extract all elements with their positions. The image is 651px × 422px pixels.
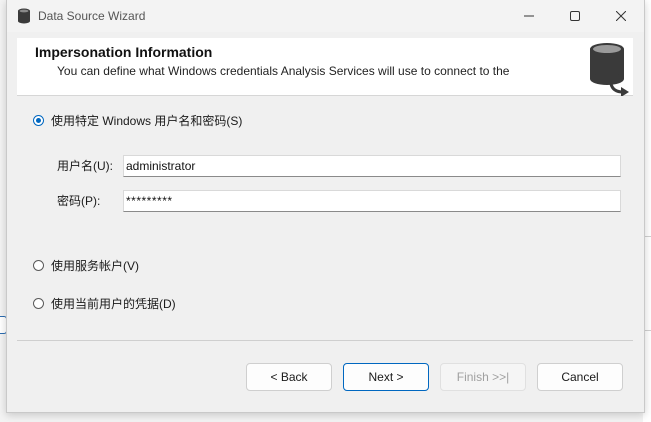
minimize-icon bbox=[524, 15, 534, 17]
next-button[interactable]: Next > bbox=[343, 363, 429, 391]
maximize-icon bbox=[570, 11, 580, 21]
radio-selected-dot bbox=[36, 118, 41, 123]
close-button[interactable] bbox=[598, 0, 644, 32]
data-source-wizard-dialog: Data Source Wizard Impersonation Informa… bbox=[6, 0, 645, 413]
page-title: Impersonation Information bbox=[35, 44, 213, 60]
back-button[interactable]: < Back bbox=[246, 363, 332, 391]
page-description: You can define what Windows credentials … bbox=[57, 64, 510, 78]
title-bar[interactable]: Data Source Wizard bbox=[7, 0, 644, 32]
option-specific-account-label: 使用特定 Windows 用户名和密码(S) bbox=[51, 114, 243, 128]
username-label: 用户名(U): bbox=[57, 159, 113, 173]
radio-specific-account[interactable] bbox=[33, 115, 44, 126]
minimize-button[interactable] bbox=[506, 0, 552, 32]
option-service-account[interactable]: 使用服务帐户(V) bbox=[33, 257, 139, 274]
finish-button[interactable]: Finish >>| bbox=[440, 363, 526, 391]
database-icon bbox=[18, 8, 30, 24]
footer-separator bbox=[17, 340, 633, 341]
option-current-user[interactable]: 使用当前用户的凭据(D) bbox=[33, 295, 176, 312]
radio-current-user[interactable] bbox=[33, 298, 44, 309]
password-label: 密码(P): bbox=[57, 194, 101, 208]
username-input[interactable] bbox=[123, 155, 621, 177]
database-connect-icon bbox=[590, 43, 629, 96]
maximize-button[interactable] bbox=[552, 0, 598, 32]
password-input[interactable] bbox=[123, 190, 621, 212]
cancel-button[interactable]: Cancel bbox=[537, 363, 623, 391]
option-service-account-label: 使用服务帐户(V) bbox=[51, 259, 139, 273]
radio-service-account[interactable] bbox=[33, 260, 44, 271]
option-specific-account[interactable]: 使用特定 Windows 用户名和密码(S) bbox=[33, 112, 242, 129]
wizard-header: Impersonation Information You can define… bbox=[17, 38, 633, 96]
option-current-user-label: 使用当前用户的凭据(D) bbox=[51, 297, 176, 311]
window-title: Data Source Wizard bbox=[38, 9, 146, 23]
close-icon bbox=[616, 11, 626, 21]
